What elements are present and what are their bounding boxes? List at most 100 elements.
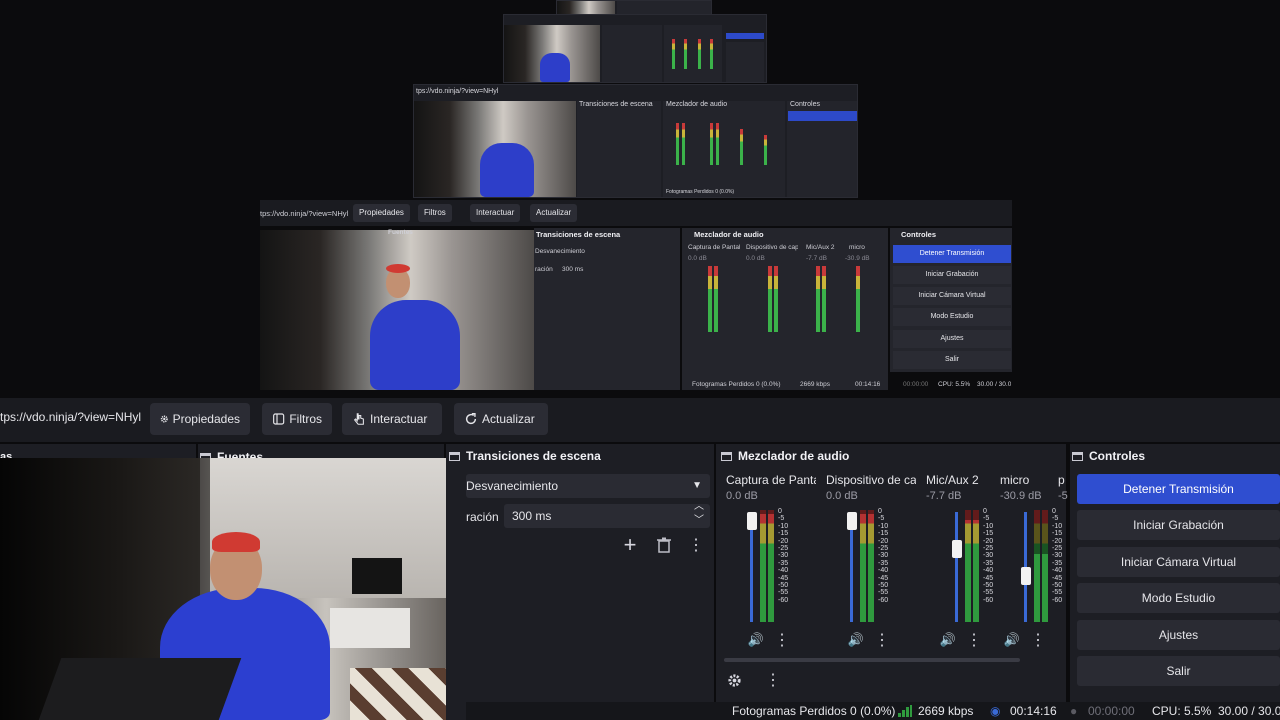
volume-fader-track[interactable] bbox=[955, 512, 958, 622]
nested-url: tps://vdo.ninja/?view=NHyl bbox=[260, 209, 349, 218]
stream-live-icon: ◉ bbox=[990, 704, 1001, 718]
filter-icon bbox=[273, 413, 285, 425]
nested-stop-stream: Detener Transmisión bbox=[893, 245, 1011, 263]
nested-ch4-name: micro bbox=[849, 244, 865, 251]
speaker-icon[interactable]: 🔊 bbox=[938, 630, 958, 650]
mixer-more-button[interactable]: ⋮ bbox=[763, 670, 783, 690]
volume-fader-handle[interactable] bbox=[847, 512, 857, 530]
nested-camera-preview bbox=[260, 230, 534, 390]
channel-more-button[interactable]: ⋮ bbox=[1028, 630, 1048, 650]
gear-icon bbox=[160, 415, 168, 423]
properties-button[interactable]: Propiedades bbox=[150, 403, 250, 435]
source-url: tps://vdo.ninja/?view=NHyl bbox=[0, 410, 142, 424]
mixer-settings-button[interactable] bbox=[724, 670, 744, 690]
start-recording-button[interactable]: Iniciar Grabación bbox=[1077, 510, 1280, 540]
speaker-icon[interactable]: 🔊 bbox=[746, 630, 766, 650]
record-icon: ● bbox=[1070, 704, 1078, 718]
speaker-icon[interactable]: 🔊 bbox=[1002, 630, 1022, 650]
record-time: 00:00:00 bbox=[1088, 704, 1135, 718]
nested-preview-level-4 bbox=[556, 0, 712, 15]
nested-transition-type: Desvanecimiento bbox=[535, 248, 585, 255]
duration-value: 300 ms bbox=[512, 509, 552, 523]
nested-rec-time: 00:00:00 bbox=[903, 381, 929, 388]
vu-meter bbox=[973, 510, 979, 622]
exit-button[interactable]: Salir bbox=[1077, 656, 1280, 686]
trash-icon bbox=[657, 537, 671, 553]
interact-label: Interactuar bbox=[370, 412, 428, 426]
nested-properties-button: Propiedades bbox=[353, 204, 410, 222]
filters-button[interactable]: Filtros bbox=[262, 403, 332, 435]
vu-meter bbox=[768, 510, 774, 622]
nested-settings: Ajustes bbox=[893, 330, 1011, 348]
interact-button[interactable]: Interactuar bbox=[342, 403, 442, 435]
nested-filters-button: Filtros bbox=[418, 204, 452, 222]
mixer-title: Mezclador de audio bbox=[721, 448, 849, 464]
channel-db: 0.0 dB bbox=[726, 490, 758, 502]
transition-type-value: Desvanecimiento bbox=[466, 479, 559, 493]
vu-meter-dim bbox=[768, 510, 774, 514]
studio-mode-button[interactable]: Modo Estudio bbox=[1077, 583, 1280, 613]
transition-more-button[interactable]: ⋮ bbox=[686, 535, 706, 555]
vu-meter-dim bbox=[1042, 510, 1048, 554]
start-virtual-camera-button[interactable]: Iniciar Cámara Virtual bbox=[1077, 547, 1280, 577]
nested-vu-2 bbox=[768, 266, 772, 332]
mixer-title-text: Mezclador de audio bbox=[738, 449, 850, 463]
spin-arrows-icon[interactable]: ︿ ﹀ bbox=[694, 500, 704, 528]
channel-more-button[interactable]: ⋮ bbox=[772, 630, 792, 650]
nested-fps: 30.00 / 30.00 bbox=[977, 381, 1011, 388]
nested-mixer-title: Mezclador de audio bbox=[694, 230, 764, 239]
settings-button[interactable]: Ajustes bbox=[1077, 620, 1280, 650]
vu-meter-dim bbox=[965, 510, 971, 520]
nested-vu-3 bbox=[816, 266, 820, 332]
nested-vu-2b bbox=[774, 266, 778, 332]
remove-transition-button[interactable] bbox=[654, 535, 674, 555]
channel-db: -5 bbox=[1058, 490, 1068, 502]
dock-icon bbox=[449, 451, 460, 461]
transitions-title-text: Transiciones de escena bbox=[466, 449, 601, 463]
mixer-scrollbar[interactable] bbox=[724, 658, 1020, 662]
nested-cpu: CPU: 5.5% bbox=[938, 381, 971, 388]
channel-more-button[interactable]: ⋮ bbox=[964, 630, 984, 650]
volume-fader-handle[interactable] bbox=[952, 540, 962, 558]
channel-name: Mic/Aux 2 bbox=[926, 473, 979, 487]
nested-ch3-db: -7.7 dB bbox=[806, 255, 827, 262]
add-transition-button[interactable]: + bbox=[620, 532, 640, 557]
vu-meter bbox=[965, 510, 971, 622]
chevron-down-icon: ▼ bbox=[692, 480, 702, 491]
volume-fader-handle[interactable] bbox=[747, 512, 757, 530]
dropped-frames: Fotogramas Perdidos 0 (0.0%) bbox=[732, 704, 896, 718]
camera-preview bbox=[0, 458, 466, 720]
cpu-usage: CPU: 5.5% bbox=[1152, 704, 1212, 718]
nested-duration-value: 300 ms bbox=[562, 266, 584, 273]
vu-meter-dim bbox=[1034, 510, 1040, 554]
volume-fader-handle[interactable] bbox=[1021, 567, 1031, 585]
db-scale: 0 -5 -10 -15 -20 -25 -30 -35 -40 -45 -50 -55 -60 bbox=[778, 508, 789, 604]
duration-label: ración bbox=[466, 510, 499, 524]
nested-ch2-name: Dispositivo de cap bbox=[746, 244, 798, 251]
transition-type-select[interactable]: Desvanecimiento ▼ bbox=[466, 474, 710, 498]
nested-stream-time: 00:14:16 bbox=[855, 381, 881, 388]
stop-streaming-button[interactable]: Detener Transmisión bbox=[1077, 474, 1280, 504]
nested-duration-label: ración bbox=[535, 266, 553, 273]
nested-interact-button: Interactuar bbox=[470, 204, 521, 222]
nested-ch1-db: 0.0 dB bbox=[688, 255, 707, 262]
bitrate: 2669 kbps bbox=[918, 704, 974, 718]
vu-meter bbox=[868, 510, 874, 622]
refresh-icon bbox=[465, 413, 477, 425]
nested-vu-1b bbox=[714, 266, 718, 332]
vu-meter bbox=[760, 510, 766, 622]
nested-vu-4 bbox=[856, 266, 860, 332]
nested-controls-title: Controles bbox=[901, 230, 937, 239]
nested-ch1-name: Captura de Pantal bbox=[688, 244, 740, 251]
nested-start-recording: Iniciar Grabación bbox=[893, 266, 1011, 284]
db-scale: 0 -5 -10 -15 -20 -25 -30 -35 -40 -45 -50 -55 -60 bbox=[878, 508, 889, 604]
nested-bitrate: 2669 kbps bbox=[800, 381, 830, 388]
refresh-button[interactable]: Actualizar bbox=[454, 403, 548, 435]
speaker-icon[interactable]: 🔊 bbox=[846, 630, 866, 650]
vu-meter-dim bbox=[860, 510, 866, 514]
dock-icon bbox=[721, 451, 732, 461]
nested-preview-level-2: tps://vdo.ninja/?view=NHyl Transiciones … bbox=[413, 84, 858, 198]
duration-spinbox[interactable]: 300 ms ︿ ﹀ bbox=[504, 501, 710, 528]
channel-more-button[interactable]: ⋮ bbox=[872, 630, 892, 650]
vu-meter bbox=[860, 510, 866, 622]
